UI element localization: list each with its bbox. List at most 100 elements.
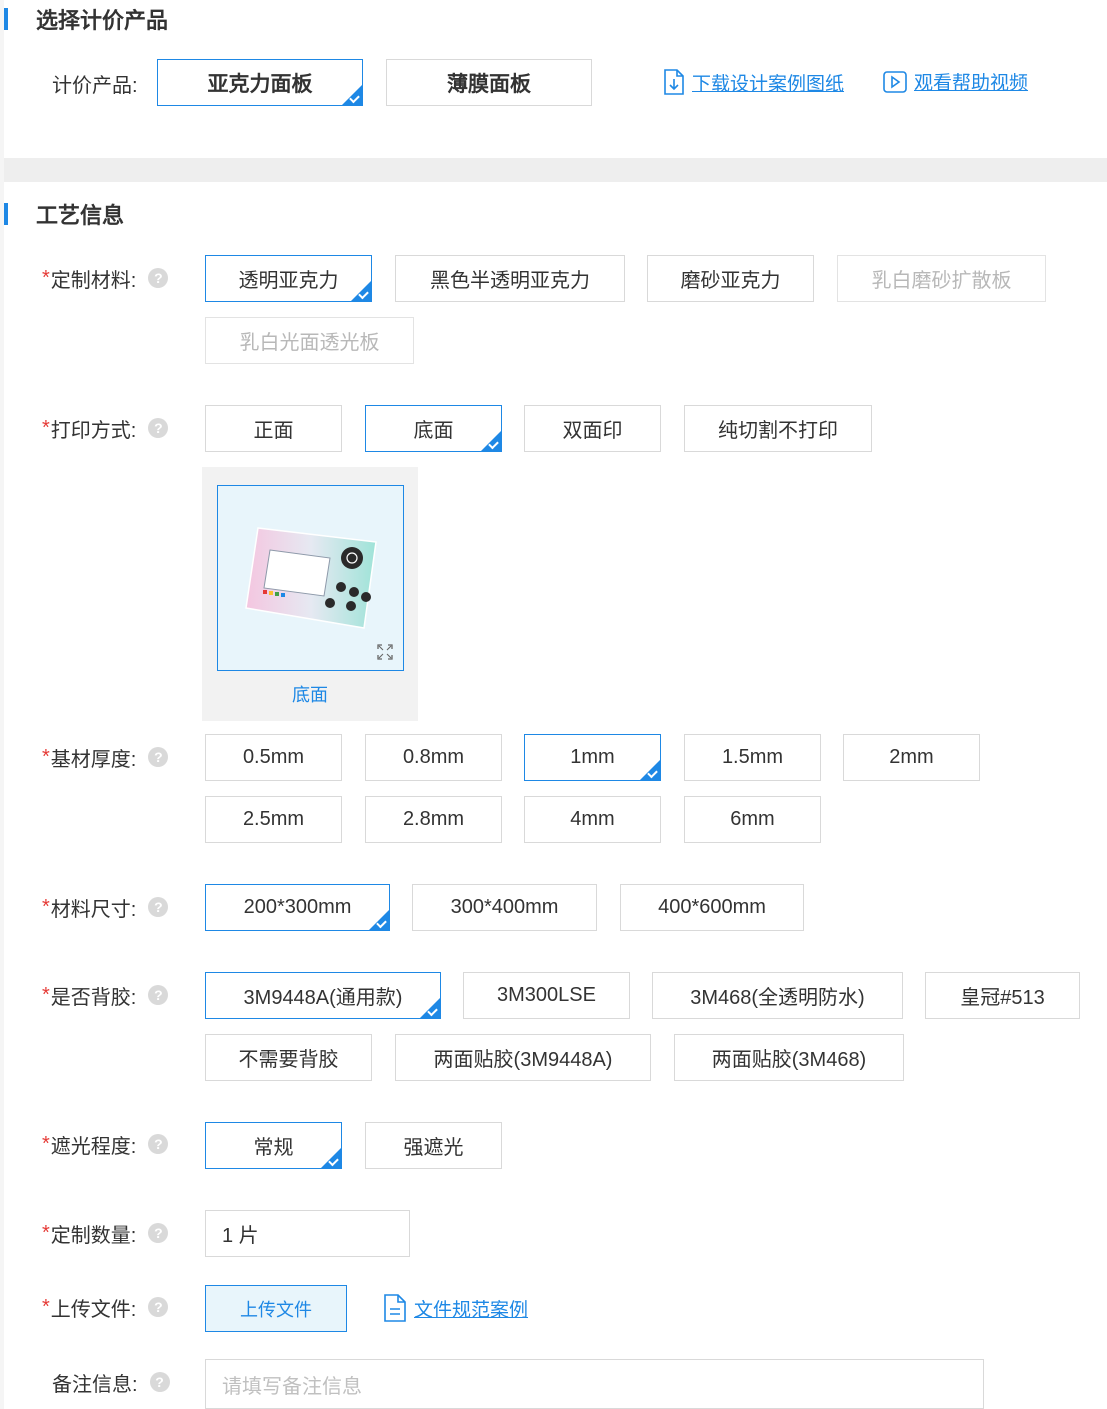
help-icon[interactable]: ? [148, 418, 169, 438]
adhesive-option-3m9448a[interactable]: 3M9448A(通用款) [205, 972, 441, 1019]
help-icon[interactable]: ? [148, 985, 169, 1005]
material-option-milky-diffuser: 乳白磨砂扩散板 [837, 255, 1046, 302]
thickness-option-4mm[interactable]: 4mm [524, 796, 661, 843]
option-label: 3M468(全透明防水) [690, 987, 865, 1009]
option-label: 2.5mm [242, 808, 305, 830]
adhesive-option-none[interactable]: 不需要背胶 [205, 1034, 372, 1081]
download-link-text: 下载设计案例图纸 [692, 73, 845, 95]
selected-check-icon [368, 909, 390, 931]
selected-check-icon [419, 997, 441, 1019]
option-label: 两面贴胶(3M9448A) [433, 1049, 613, 1071]
selected-check-icon [350, 280, 372, 302]
print-option-cut-only[interactable]: 纯切割不打印 [684, 405, 872, 452]
adhesive-label-text: 是否背胶: [50, 986, 137, 1009]
print-preview-card[interactable]: 底面 [202, 467, 418, 721]
shading-option-strong[interactable]: 强遮光 [365, 1122, 502, 1169]
download-design-link[interactable]: 下载设计案例图纸 [662, 68, 844, 96]
upload-label: * 上传文件: ? [42, 1292, 169, 1322]
option-label: 3M9448A(通用款) [243, 987, 403, 1009]
section-accent-bar [4, 8, 8, 30]
remark-label: 备注信息: ? [52, 1367, 170, 1397]
play-video-icon [883, 70, 907, 93]
option-label: 4mm [570, 808, 615, 830]
size-option-200x300[interactable]: 200*300mm [205, 884, 390, 931]
option-label: 3M300LSE [497, 984, 596, 1006]
option-label: 1mm [570, 746, 615, 768]
adhesive-option-crown-513[interactable]: 皇冠#513 [925, 972, 1080, 1019]
option-label: 磨砂亚克力 [680, 270, 781, 292]
upload-file-button[interactable]: 上传文件 [205, 1285, 347, 1332]
size-label-text: 材料尺寸: [50, 898, 137, 921]
adhesive-option-3m300lse[interactable]: 3M300LSE [463, 972, 630, 1019]
help-icon[interactable]: ? [148, 747, 169, 767]
option-label: 亚克力面板 [207, 72, 313, 96]
thickness-option-1.5mm[interactable]: 1.5mm [684, 734, 821, 781]
option-label: 400*600mm [658, 896, 766, 918]
required-mark: * [42, 1221, 50, 1244]
material-option-frosted[interactable]: 磨砂亚克力 [647, 255, 814, 302]
help-icon[interactable]: ? [149, 1372, 170, 1392]
print-label-text: 打印方式: [50, 419, 137, 442]
selected-check-icon [639, 759, 661, 781]
shading-label: * 遮光程度: ? [42, 1129, 169, 1159]
print-option-front[interactable]: 正面 [205, 405, 342, 452]
adhesive-option-double-3m468[interactable]: 两面贴胶(3M468) [674, 1034, 904, 1081]
download-file-icon [664, 69, 684, 95]
option-label: 300*400mm [450, 896, 559, 918]
thickness-option-2.8mm[interactable]: 2.8mm [365, 796, 502, 843]
option-label: 乳白磨砂扩散板 [871, 270, 1012, 292]
video-link-text: 观看帮助视频 [914, 73, 1029, 94]
option-label: 黑色半透明亚克力 [430, 270, 590, 292]
thickness-option-1mm[interactable]: 1mm [524, 734, 661, 781]
help-icon[interactable]: ? [148, 1134, 169, 1154]
file-spec-link[interactable]: 文件规范案例 [382, 1293, 528, 1323]
remark-label-text: 备注信息: [52, 1373, 138, 1396]
option-label: 纯切割不打印 [718, 420, 838, 442]
required-mark: * [42, 266, 50, 289]
help-icon[interactable]: ? [148, 268, 169, 288]
product-label: 计价产品: [52, 68, 138, 98]
product-option-membrane[interactable]: 薄膜面板 [386, 59, 592, 106]
adhesive-option-double-3m9448a[interactable]: 两面贴胶(3M9448A) [395, 1034, 651, 1081]
print-label: * 打印方式: ? [42, 413, 169, 443]
quantity-input[interactable]: 1 片 [205, 1210, 410, 1257]
help-icon[interactable]: ? [148, 897, 169, 917]
print-option-double[interactable]: 双面印 [524, 405, 661, 452]
selected-check-icon [341, 84, 363, 106]
help-icon[interactable]: ? [148, 1223, 169, 1243]
option-label: 6mm [730, 808, 775, 830]
material-option-black-translucent[interactable]: 黑色半透明亚克力 [395, 255, 625, 302]
help-icon[interactable]: ? [148, 1297, 169, 1317]
shading-label-text: 遮光程度: [50, 1135, 137, 1158]
adhesive-option-3m468[interactable]: 3M468(全透明防水) [652, 972, 903, 1019]
expand-icon[interactable] [377, 644, 393, 660]
print-preview-image[interactable] [217, 485, 404, 671]
option-label: 200*300mm [243, 896, 352, 918]
product-label-text: 计价产品: [52, 74, 138, 97]
thickness-option-2mm[interactable]: 2mm [843, 734, 980, 781]
option-label: 双面印 [562, 420, 623, 442]
shading-option-normal[interactable]: 常规 [205, 1122, 342, 1169]
help-video-link[interactable]: 观看帮助视频 [882, 68, 1028, 95]
thickness-option-2.5mm[interactable]: 2.5mm [205, 796, 342, 843]
product-option-acrylic[interactable]: 亚克力面板 [157, 59, 363, 106]
document-icon [384, 1294, 406, 1322]
material-label-text: 定制材料: [50, 269, 137, 292]
size-label: * 材料尺寸: ? [42, 892, 169, 922]
option-label: 常规 [253, 1137, 294, 1159]
remark-textarea[interactable]: 请填写备注信息 [205, 1359, 984, 1409]
option-label: 1.5mm [721, 746, 784, 768]
size-option-400x600[interactable]: 400*600mm [620, 884, 804, 931]
required-mark: * [42, 1132, 50, 1155]
adhesive-label: * 是否背胶: ? [42, 980, 169, 1010]
required-mark: * [42, 745, 50, 768]
thickness-option-0.5mm[interactable]: 0.5mm [205, 734, 342, 781]
material-option-clear-acrylic[interactable]: 透明亚克力 [205, 255, 372, 302]
option-label: 薄膜面板 [447, 72, 531, 96]
thickness-option-6mm[interactable]: 6mm [684, 796, 821, 843]
size-option-300x400[interactable]: 300*400mm [412, 884, 597, 931]
material-option-milky-glossy: 乳白光面透光板 [205, 317, 414, 364]
print-option-back[interactable]: 底面 [365, 405, 502, 452]
section-title-text: 工艺信息 [36, 203, 125, 228]
thickness-option-0.8mm[interactable]: 0.8mm [365, 734, 502, 781]
